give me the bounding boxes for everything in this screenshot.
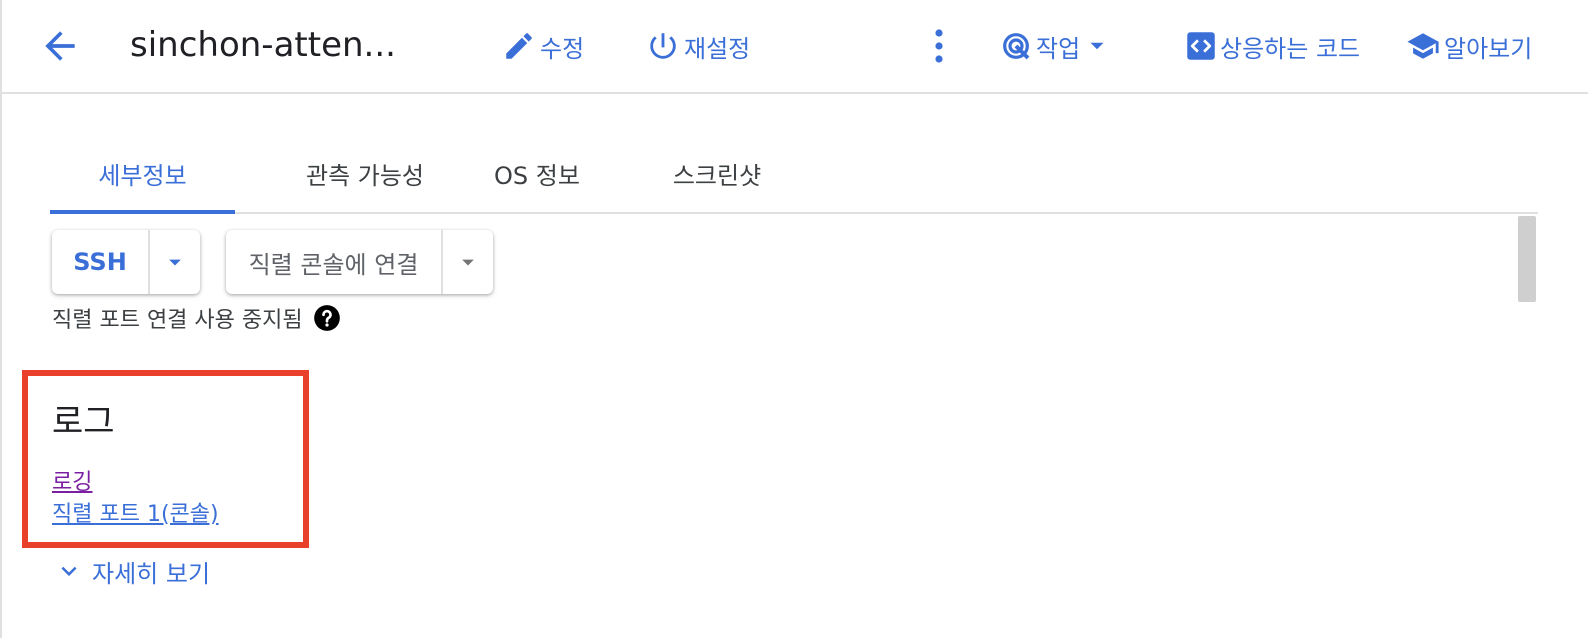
learn-button-label: 알아보기 [1444,34,1533,63]
tab-os-info[interactable]: OS 정보 [486,150,588,212]
serial-port-status: 직렬 포트 연결 사용 중지됨 [52,302,341,334]
tab-screenshot[interactable]: 스크린샷 [662,150,772,212]
serial-console-button[interactable]: 직렬 콘솔에 연결 [226,230,441,294]
serial-console-split-button: 직렬 콘솔에 연결 [226,230,493,294]
instance-details-page: sinchon-atten... 수정 재설정 작업 상응하는 코드 알아보기 … [0,0,1588,638]
show-more-button[interactable]: 자세히 보기 [54,554,210,588]
logs-heading: 로그 [52,402,115,442]
edit-button-label: 수정 [540,34,585,63]
operations-button-label: 작업 [1036,34,1081,63]
serial-port-status-text: 직렬 포트 연결 사용 중지됨 [52,308,303,333]
edit-button[interactable]: 수정 [502,24,584,68]
instance-title: sinchon-atten... [130,25,396,65]
reset-button-label: 재설정 [684,34,751,63]
code-icon [1187,32,1215,60]
back-button[interactable] [38,24,82,68]
chevron-down-icon [61,566,77,576]
equivalent-code-button-label: 상응하는 코드 [1220,34,1361,63]
tab-observability[interactable]: 관측 가능성 [276,150,454,212]
operations-button[interactable]: 작업 [1000,24,1110,68]
logging-link[interactable]: 로깅 [52,468,92,498]
show-more-label: 자세히 보기 [92,559,211,588]
power-icon [650,33,676,59]
ssh-dropdown-button[interactable] [148,230,200,294]
top-action-bar: sinchon-atten... 수정 재설정 작업 상응하는 코드 알아보기 [2,0,1588,94]
ssh-split-button: SSH [52,230,200,294]
scrollbar-thumb[interactable] [1518,216,1536,302]
more-vert-icon [935,29,943,63]
tab-details[interactable]: 세부정보 [50,150,235,214]
caret-down-icon [169,259,181,266]
help-icon[interactable] [313,304,341,332]
detail-tabs: 세부정보 관측 가능성 OS 정보 스크린샷 [50,150,1538,214]
caret-down-icon [462,259,474,266]
operations-icon [1003,33,1030,60]
caret-down-icon [1090,42,1104,50]
ssh-button[interactable]: SSH [52,230,148,294]
equivalent-code-button[interactable]: 상응하는 코드 [1186,24,1360,68]
arrow-back-icon [45,31,75,61]
school-icon [1407,33,1439,59]
serial-port-1-link[interactable]: 직렬 포트 1(콘솔) [52,500,219,530]
serial-console-dropdown-button[interactable] [441,230,493,294]
pencil-icon [506,33,532,59]
reset-button[interactable]: 재설정 [646,24,750,68]
learn-button[interactable]: 알아보기 [1406,24,1532,68]
more-actions-button[interactable] [924,24,954,68]
